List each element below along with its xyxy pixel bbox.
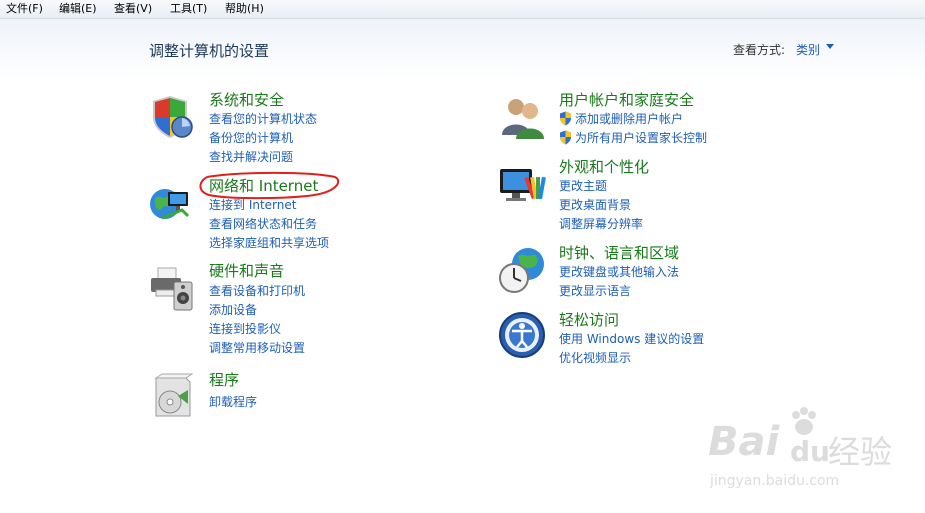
appearance-monitor-icon[interactable]	[498, 163, 546, 211]
link-change-desktop-background[interactable]: 更改桌面背景	[559, 197, 631, 213]
link-adjust-resolution[interactable]: 调整屏幕分辨率	[559, 216, 643, 232]
link-add-device[interactable]: 添加设备	[209, 302, 257, 318]
link-parental-controls[interactable]: 为所有用户设置家长控制	[575, 130, 707, 146]
category-network-internet[interactable]: 网络和 Internet	[209, 177, 318, 195]
category-hardware-sound[interactable]: 硬件和声音	[209, 262, 284, 280]
baidu-watermark: Bai du 经验 jingyan.baidu.com	[708, 405, 922, 501]
link-connect-projector[interactable]: 连接到投影仪	[209, 321, 281, 337]
menu-view[interactable]: 查看(V)	[112, 1, 154, 17]
uac-shield-icon	[560, 111, 571, 126]
link-optimize-video-display[interactable]: 优化视频显示	[559, 350, 631, 366]
menu-tools[interactable]: 工具(T)	[168, 1, 209, 17]
uac-shield-icon	[560, 130, 571, 145]
menu-edit[interactable]: 编辑(E)	[57, 1, 99, 17]
link-homegroup-sharing[interactable]: 选择家庭组和共享选项	[209, 235, 329, 251]
watermark-brand-cn: 经验	[828, 433, 893, 471]
category-appearance[interactable]: 外观和个性化	[559, 158, 649, 176]
link-windows-recommended-settings[interactable]: 使用 Windows 建议的设置	[559, 331, 704, 347]
chevron-down-icon[interactable]	[826, 44, 834, 49]
link-change-display-language[interactable]: 更改显示语言	[559, 283, 631, 299]
category-user-accounts[interactable]: 用户帐户和家庭安全	[559, 91, 694, 109]
link-uninstall-program[interactable]: 卸载程序	[209, 394, 257, 410]
category-programs[interactable]: 程序	[209, 371, 239, 389]
link-devices-printers[interactable]: 查看设备和打印机	[209, 283, 305, 299]
category-clock-language-region[interactable]: 时钟、语言和区域	[559, 244, 679, 262]
menu-file[interactable]: 文件(F)	[4, 1, 45, 17]
category-ease-of-access[interactable]: 轻松访问	[559, 311, 619, 329]
link-view-computer-status[interactable]: 查看您的计算机状态	[209, 111, 317, 127]
paw-icon	[792, 407, 816, 435]
clock-globe-icon[interactable]	[498, 246, 546, 294]
page-title: 调整计算机的设置	[149, 42, 270, 60]
watermark-url: jingyan.baidu.com	[710, 473, 840, 489]
network-globe-icon[interactable]	[148, 180, 196, 228]
view-by-label: 查看方式:	[733, 43, 786, 57]
menu-bar: 文件(F) 编辑(E) 查看(V) 工具(T) 帮助(H)	[0, 0, 925, 19]
header-background	[0, 19, 925, 79]
link-change-keyboard[interactable]: 更改键盘或其他输入法	[559, 264, 679, 280]
watermark-brand-du: du	[790, 435, 830, 468]
menu-help[interactable]: 帮助(H)	[223, 1, 266, 17]
system-security-shield-icon[interactable]	[148, 93, 196, 141]
ease-of-access-icon[interactable]	[498, 311, 546, 359]
programs-box-icon[interactable]	[148, 372, 196, 420]
printer-speaker-icon[interactable]	[148, 264, 196, 312]
watermark-brand-bai: Bai	[708, 419, 780, 465]
link-network-status[interactable]: 查看网络状态和任务	[209, 216, 317, 232]
category-system-security[interactable]: 系统和安全	[209, 91, 284, 109]
view-by-dropdown[interactable]: 类别	[796, 41, 820, 58]
link-troubleshoot[interactable]: 查找并解决问题	[209, 149, 293, 165]
users-icon[interactable]	[498, 93, 546, 141]
link-change-theme[interactable]: 更改主题	[559, 178, 607, 194]
link-connect-internet[interactable]: 连接到 Internet	[209, 197, 296, 213]
link-mobility-settings[interactable]: 调整常用移动设置	[209, 340, 305, 356]
link-add-remove-accounts[interactable]: 添加或删除用户帐户	[575, 111, 683, 127]
link-backup-computer[interactable]: 备份您的计算机	[209, 130, 293, 146]
